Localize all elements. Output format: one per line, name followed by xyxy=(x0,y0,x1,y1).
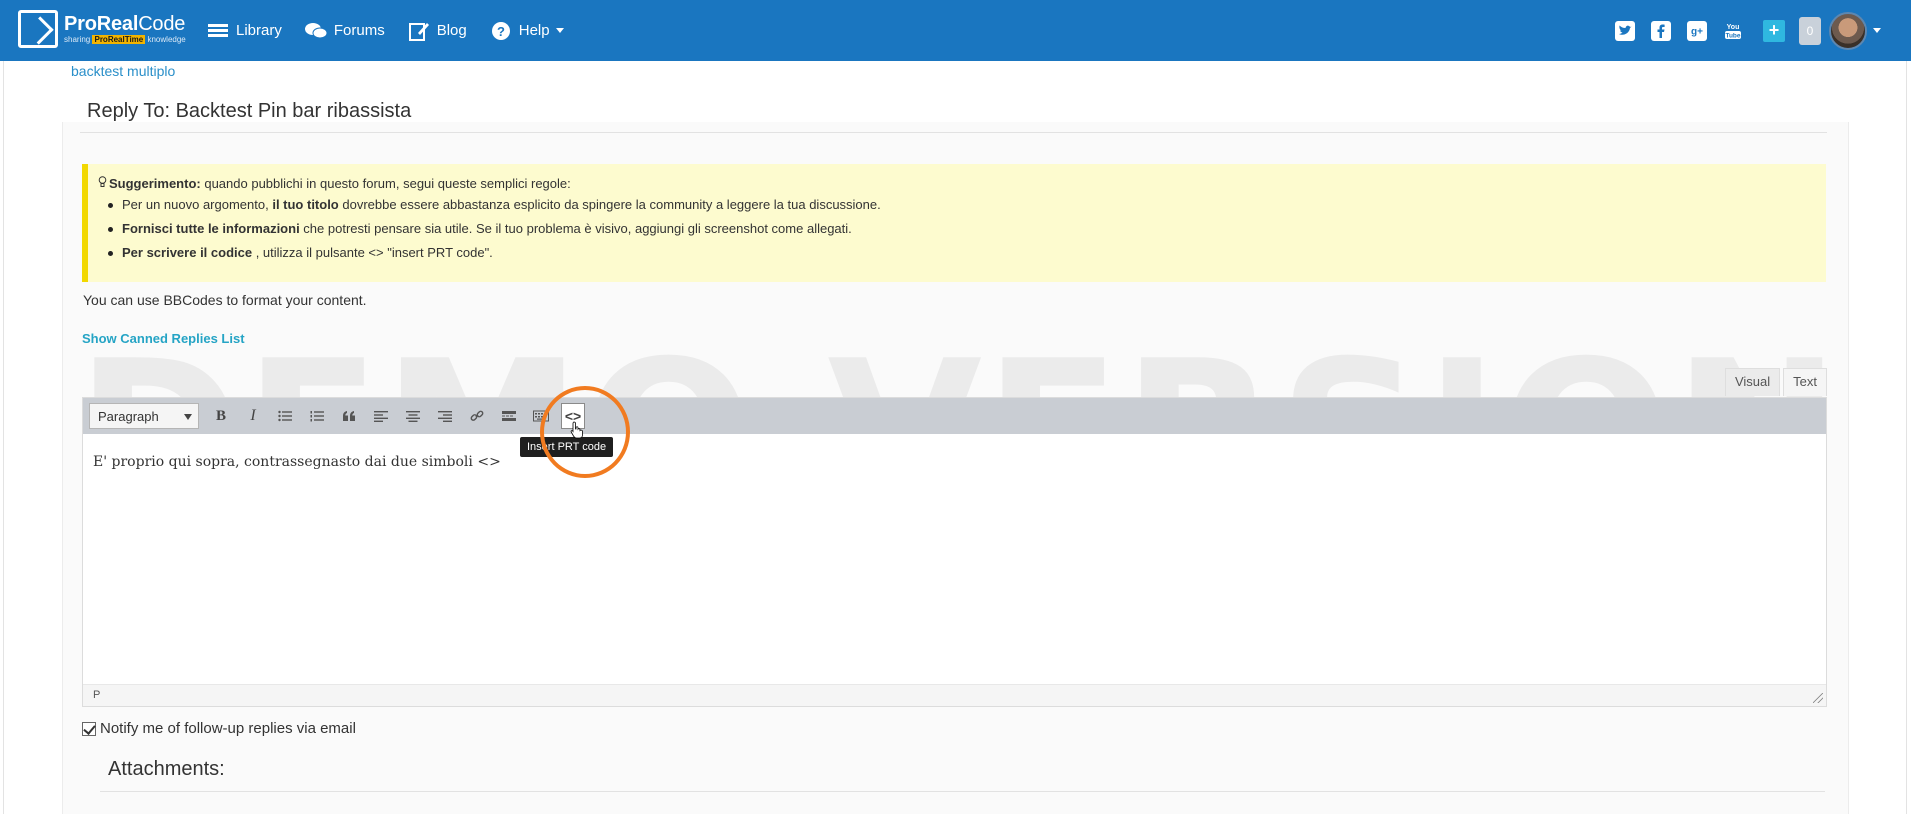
nav-help-label: Help xyxy=(518,22,550,39)
tip-text: , utilizza il pulsante <> "insert PRT co… xyxy=(252,245,493,260)
nav-library[interactable]: Library xyxy=(206,21,282,41)
logo-mark-icon xyxy=(18,10,58,48)
logo-tag-brand: ProRealTime xyxy=(92,35,146,44)
tip-bold: Fornisci tutte le informazioni xyxy=(122,221,300,236)
nav-forums[interactable]: Forums xyxy=(304,21,385,41)
attachments-title: Attachments: xyxy=(108,758,225,780)
top-navbar: ProRealCode sharing ProRealTime knowledg… xyxy=(0,0,1911,61)
add-new-button[interactable]: + xyxy=(1763,19,1785,42)
notify-option[interactable]: Notify me of follow-up replies via email xyxy=(82,720,356,737)
bbcode-note: You can use BBCodes to format your conte… xyxy=(83,292,367,308)
page-left-border xyxy=(3,61,4,814)
chevron-down-icon xyxy=(555,28,564,33)
editor-mode-tabs: Visual Text xyxy=(1722,368,1827,396)
main-nav: Library Forums Blog ? Help xyxy=(206,0,586,61)
nav-blog[interactable]: Blog xyxy=(407,21,467,41)
help-icon: ? xyxy=(489,21,513,41)
tips-label: Suggerimento: xyxy=(109,176,201,191)
nav-blog-label: Blog xyxy=(436,22,467,39)
read-more-icon xyxy=(502,411,516,421)
align-left-icon xyxy=(374,411,388,422)
notification-count-badge[interactable]: 0 xyxy=(1799,16,1821,45)
align-center-icon xyxy=(406,411,420,422)
youtube-icon[interactable]: You Tube xyxy=(1723,21,1743,41)
tip-item: Per un nuovo argomento, il tuo titolo do… xyxy=(108,197,1826,212)
element-path: P xyxy=(93,689,101,701)
nav-forums-label: Forums xyxy=(333,22,385,39)
format-select[interactable]: Paragraph xyxy=(89,403,199,429)
chevron-down-icon xyxy=(184,414,192,420)
divider xyxy=(80,132,1827,133)
align-right-icon xyxy=(438,411,452,422)
avatar[interactable] xyxy=(1829,11,1867,50)
bullet-list-icon xyxy=(278,410,292,422)
page-right-border xyxy=(1906,61,1907,814)
lightbulb-icon xyxy=(98,176,107,191)
tip-text: Per un nuovo argomento, xyxy=(122,197,273,212)
google-plus-icon[interactable]: g+ xyxy=(1687,20,1707,41)
library-icon xyxy=(206,21,230,41)
tip-text: che potresti pensare sia utile. Se il tu… xyxy=(299,221,852,236)
reply-editor: Paragraph B I <> E' proprio qui sopra, c… xyxy=(82,397,1827,707)
user-menu-chevron-down-icon[interactable] xyxy=(1873,28,1881,33)
align-right-button[interactable] xyxy=(433,403,457,429)
numbered-list-button[interactable] xyxy=(305,403,329,429)
format-select-value: Paragraph xyxy=(98,408,159,424)
editor-statusbar: P xyxy=(83,684,1826,706)
breadcrumb-topic-link[interactable]: backtest multiplo xyxy=(71,63,175,79)
resize-handle-icon[interactable] xyxy=(1813,693,1823,703)
notify-label: Notify me of follow-up replies via email xyxy=(100,720,356,737)
tip-item: Per scrivere il codice , utilizza il pul… xyxy=(108,245,1826,260)
site-logo[interactable]: ProRealCode sharing ProRealTime knowledg… xyxy=(18,10,186,48)
svg-text:You: You xyxy=(1727,24,1740,31)
bold-button[interactable]: B xyxy=(209,403,233,429)
twitter-icon[interactable] xyxy=(1615,20,1635,41)
tab-visual[interactable]: Visual xyxy=(1724,368,1781,396)
svg-text:g+: g+ xyxy=(1691,26,1703,37)
bullet-list-button[interactable] xyxy=(273,403,297,429)
reply-title: Reply To: Backtest Pin bar ribassista xyxy=(87,100,412,122)
logo-tag-post: knowledge xyxy=(147,35,186,44)
insert-link-button[interactable] xyxy=(465,403,489,429)
editor-content[interactable]: E' proprio qui sopra, contrassegnasto da… xyxy=(93,454,501,470)
blockquote-button[interactable] xyxy=(337,403,361,429)
highlight-circle xyxy=(540,386,630,478)
logo-name-bold: ProReal xyxy=(64,13,139,35)
nav-help[interactable]: ? Help xyxy=(489,21,564,41)
quote-icon xyxy=(343,411,355,421)
numbered-list-icon xyxy=(310,411,324,422)
align-left-button[interactable] xyxy=(369,403,393,429)
editor-toolbar: Paragraph B I <> xyxy=(83,398,1826,434)
link-icon xyxy=(470,410,484,421)
svg-text:Tube: Tube xyxy=(1725,32,1740,39)
tip-bold: il tuo titolo xyxy=(272,197,339,212)
blog-icon xyxy=(407,21,431,41)
svg-text:?: ? xyxy=(497,24,505,39)
logo-name-light: Code xyxy=(138,13,186,35)
facebook-icon[interactable] xyxy=(1651,20,1671,41)
read-more-button[interactable] xyxy=(497,403,521,429)
nav-library-label: Library xyxy=(236,22,282,39)
tab-text[interactable]: Text xyxy=(1783,368,1827,396)
align-center-button[interactable] xyxy=(401,403,425,429)
tip-item: Fornisci tutte le informazioni che potre… xyxy=(108,221,1826,236)
hand-cursor-icon xyxy=(570,421,584,439)
forums-icon xyxy=(304,21,328,41)
tip-text: dovrebbe essere abbastanza esplicito da … xyxy=(338,197,881,212)
tip-bold: Per scrivere il codice xyxy=(122,245,253,260)
divider xyxy=(100,791,1825,792)
italic-button[interactable]: I xyxy=(241,403,265,429)
logo-tag-pre: sharing xyxy=(64,35,91,44)
tips-intro: quando pubblichi in questo forum, segui … xyxy=(200,176,571,191)
notify-checkbox[interactable] xyxy=(82,721,96,736)
posting-tips-box: Suggerimento: quando pubblichi in questo… xyxy=(82,164,1826,282)
